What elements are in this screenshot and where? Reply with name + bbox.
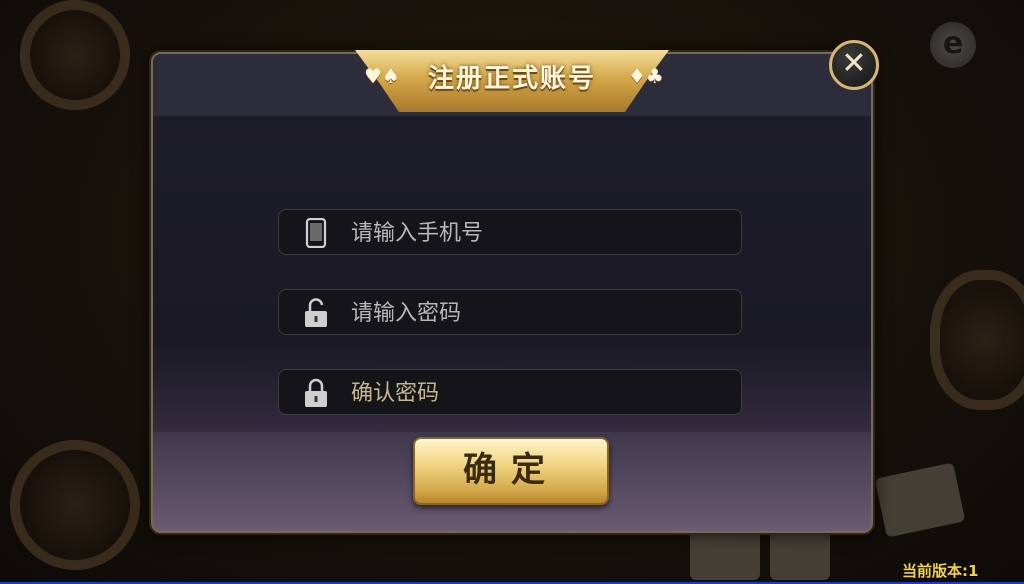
confirm-password-field xyxy=(278,369,742,416)
phone-field xyxy=(278,209,742,256)
phone-icon xyxy=(305,218,327,248)
confirm-button[interactable]: 确定 xyxy=(413,437,609,505)
version-label: 当前版本:1 xyxy=(902,562,979,580)
password-field xyxy=(278,289,742,336)
unlock-icon xyxy=(305,298,327,327)
brand-logo: e xyxy=(930,22,976,68)
background-tile xyxy=(874,462,966,538)
background-chip xyxy=(930,270,1024,410)
password-input[interactable] xyxy=(349,290,733,336)
phone-input[interactable] xyxy=(349,210,733,256)
background-chip xyxy=(20,0,130,110)
background-chip xyxy=(10,440,140,570)
dialog-title: 注册正式账号 xyxy=(427,64,596,94)
close-button[interactable]: ✕ xyxy=(829,40,879,90)
lock-icon xyxy=(305,378,327,407)
diamond-club-icon: ♦♣ xyxy=(628,64,664,88)
confirm-password-input[interactable] xyxy=(349,370,733,416)
